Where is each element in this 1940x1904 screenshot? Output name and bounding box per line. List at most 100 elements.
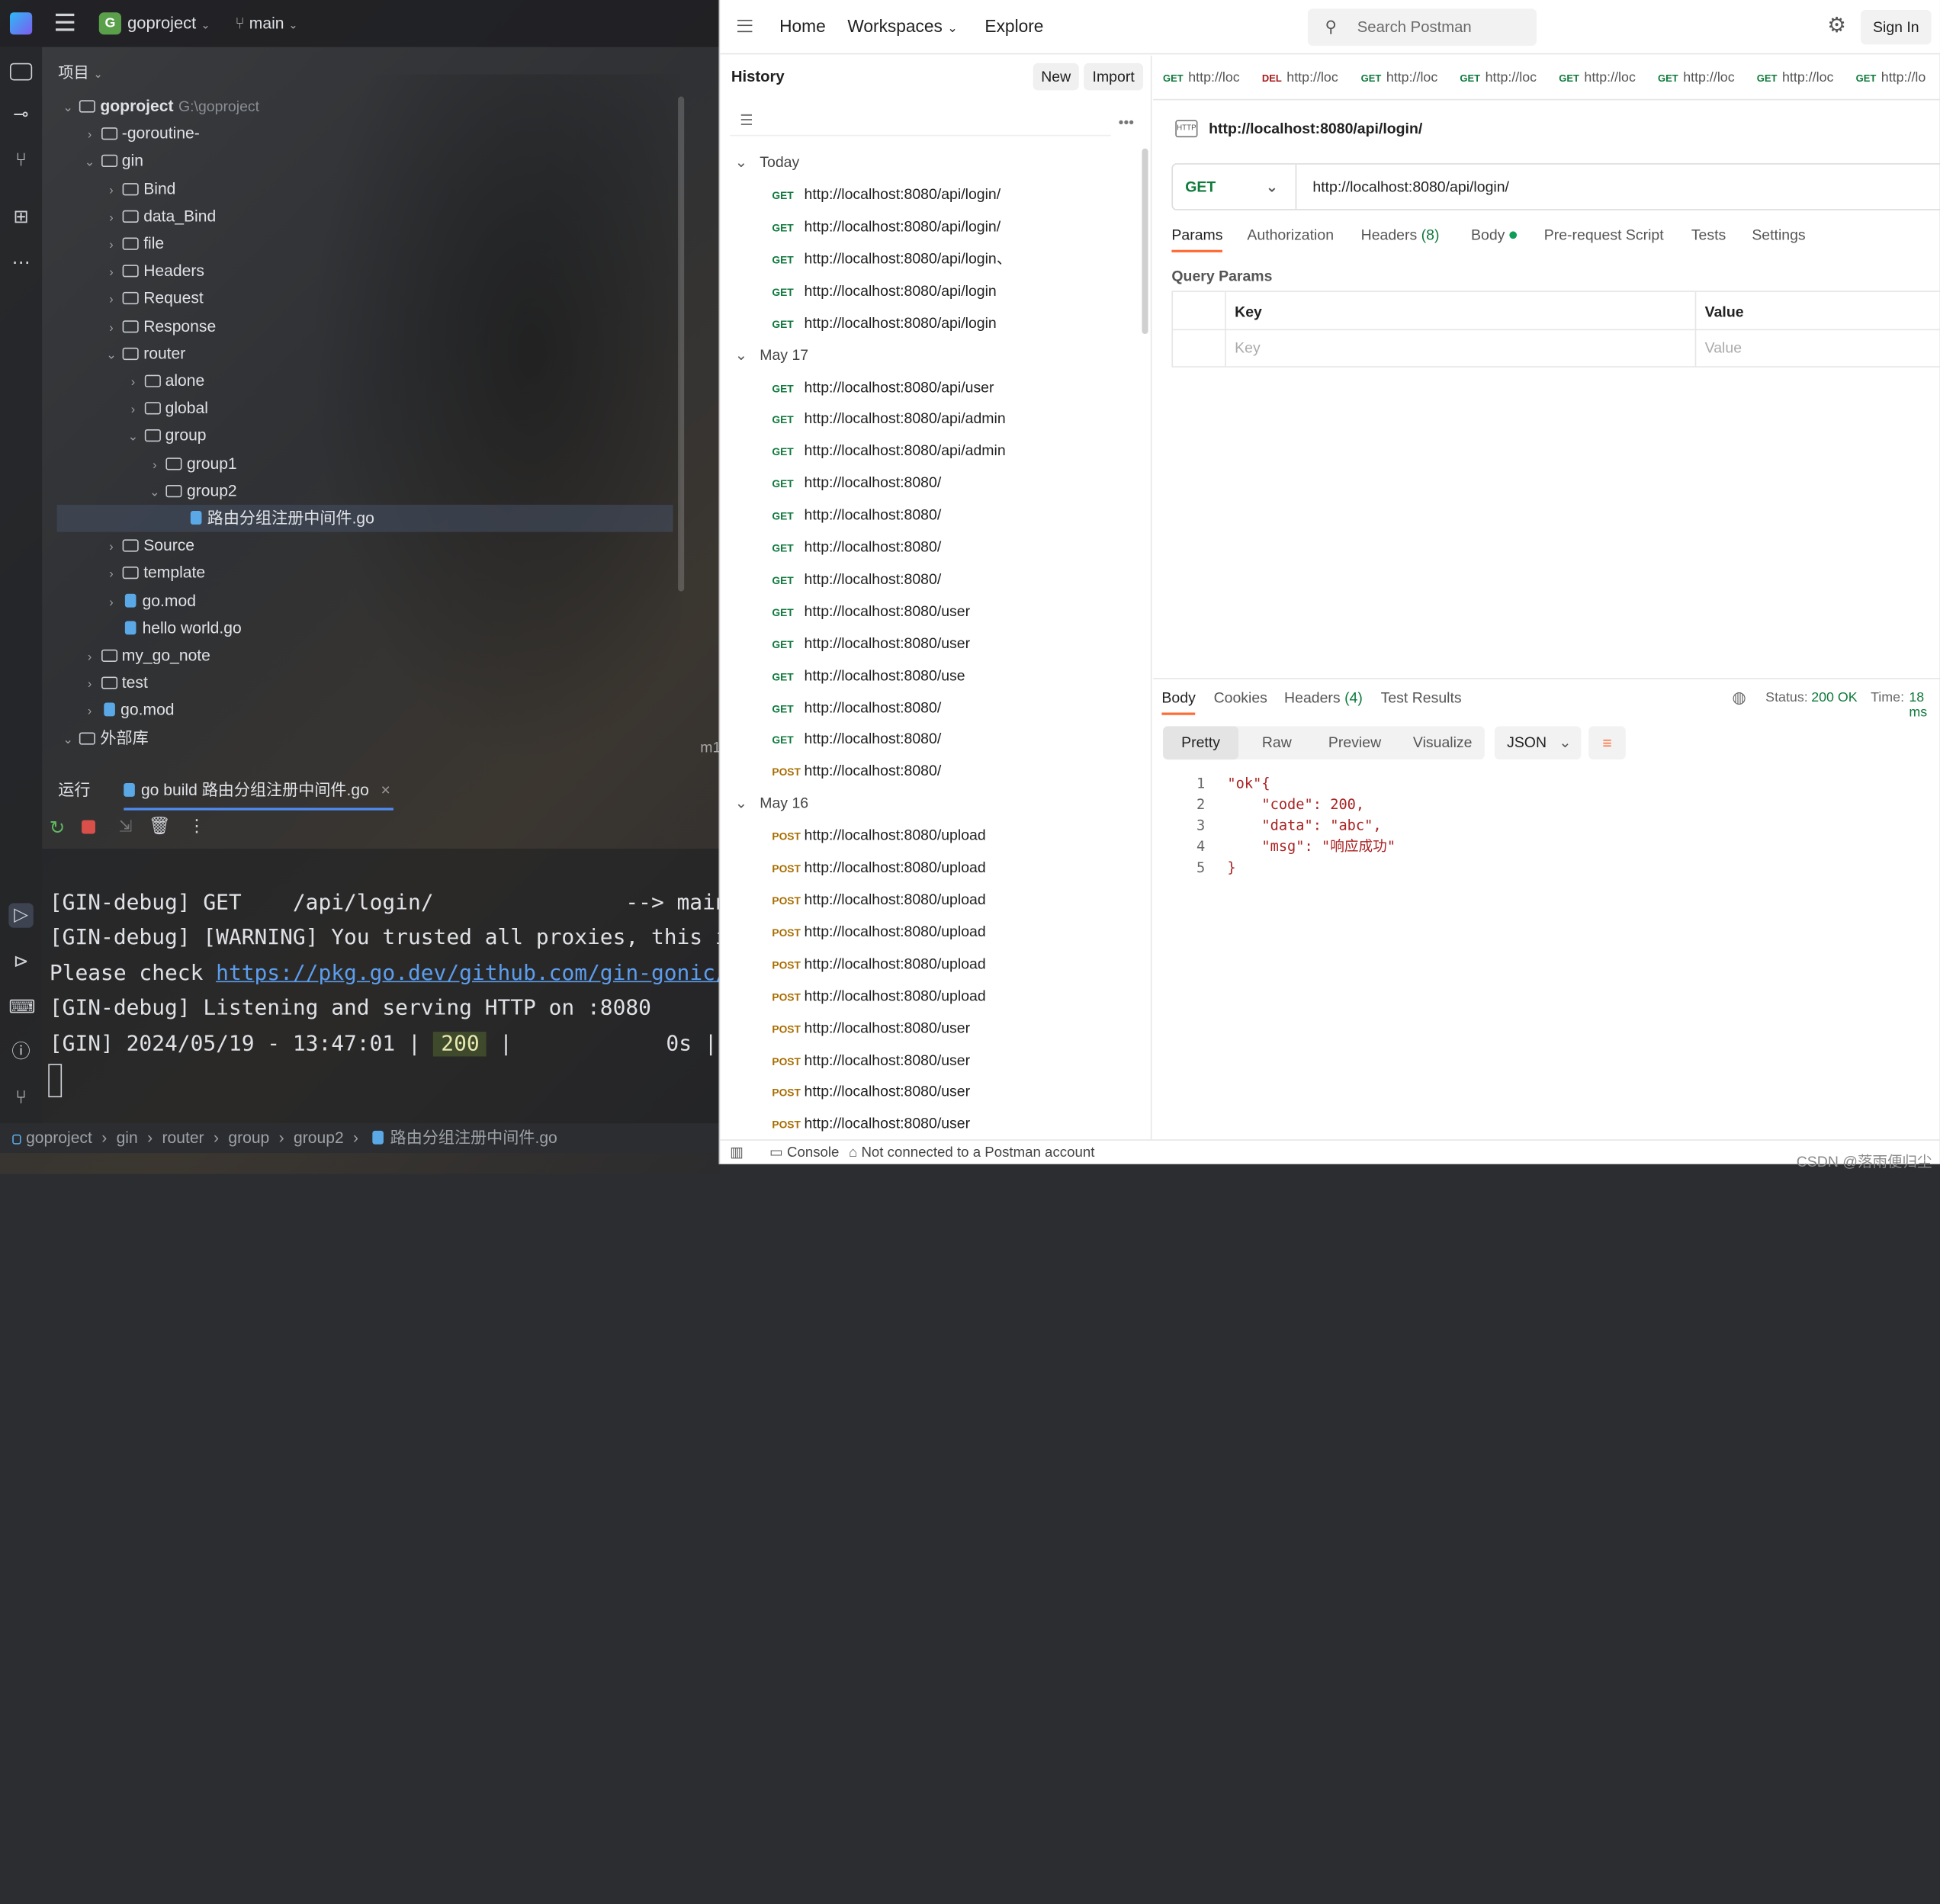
tree-item[interactable]: › file (103, 230, 164, 260)
request-tab[interactable]: GET http://loc (1549, 56, 1648, 99)
history-item[interactable]: GET http://localhost:8080/api/login、 (720, 242, 1128, 275)
history-item[interactable]: GET http://localhost:8080/api/login (720, 275, 1128, 307)
breadcrumb-item[interactable]: group (228, 1129, 269, 1147)
chevron-right-icon[interactable]: › (103, 260, 120, 287)
tree-item[interactable]: › Bind (103, 175, 175, 203)
chevron-down-icon[interactable]: ⌄ (124, 425, 142, 452)
request-subtab[interactable]: Pre-request Script (1544, 226, 1664, 244)
nav-workspaces[interactable]: Workspaces ⌄ (847, 16, 957, 36)
history-item[interactable]: GET http://localhost:8080/ (720, 723, 1128, 755)
history-group[interactable]: ⌄ May 17 (735, 339, 808, 371)
tree-item[interactable]: › go.mod (103, 587, 196, 615)
request-tab[interactable]: GET http://loc (1351, 56, 1450, 99)
chevron-right-icon[interactable]: › (103, 562, 120, 589)
request-subtab[interactable]: Params (1171, 226, 1223, 252)
tree-item[interactable]: › Headers (103, 258, 204, 285)
time-value[interactable]: 18 ms (1909, 690, 1940, 720)
request-subtab[interactable]: Tests (1691, 226, 1726, 244)
chevron-right-icon[interactable]: › (81, 699, 98, 727)
more-options-icon[interactable]: ••• (1119, 114, 1134, 131)
format-select[interactable]: JSON ⌄ (1494, 726, 1582, 760)
breadcrumb-item[interactable]: router (162, 1129, 204, 1147)
request-tab[interactable]: GET http://loc (1450, 56, 1549, 99)
response-tab-cookies[interactable]: Cookies (1214, 689, 1267, 707)
run-console[interactable]: [GIN-debug] GET /api/login/ --> main [GI… (42, 848, 720, 1124)
response-tab-headers[interactable]: Headers (4) (1284, 689, 1363, 707)
request-tab[interactable]: GET http://lo (1846, 56, 1940, 99)
tree-item[interactable]: ⌄ goproject G:\goproject (59, 93, 259, 120)
tree-item[interactable]: 路由分组注册中间件.go (56, 504, 673, 532)
request-tab[interactable]: GET http://loc (1153, 56, 1252, 99)
chevron-down-icon[interactable]: ⌄ (81, 150, 98, 178)
breadcrumb-item[interactable]: 路由分组注册中间件.go (390, 1129, 557, 1147)
view-raw[interactable]: Raw (1245, 726, 1309, 759)
request-subtab[interactable]: Authorization (1247, 226, 1334, 244)
chevron-right-icon[interactable]: › (81, 644, 98, 672)
tree-item[interactable]: ⌄ group2 (146, 477, 237, 507)
tree-item[interactable]: › my_go_note (81, 642, 210, 669)
trash-icon[interactable]: 🗑 (149, 815, 171, 836)
history-item[interactable]: POST http://localhost:8080/user (720, 1108, 1128, 1140)
history-scrollbar[interactable] (1142, 148, 1148, 335)
search-input[interactable]: ⚲ Search Postman (1307, 8, 1537, 47)
response-tab-body[interactable]: Body (1161, 689, 1196, 715)
sidebar-toggle-icon[interactable]: ▥ (730, 1141, 744, 1164)
history-item[interactable]: GET http://localhost:8080/ (720, 563, 1128, 595)
tree-item[interactable]: ⌄ router (103, 340, 185, 370)
tree-item[interactable]: › group1 (146, 450, 237, 477)
main-menu-icon[interactable] (56, 13, 75, 31)
project-folder-icon[interactable] (9, 63, 33, 81)
history-item[interactable]: POST http://localhost:8080/user (720, 1043, 1128, 1075)
history-item[interactable]: GET http://localhost:8080/user (720, 595, 1128, 627)
response-tab-test-results[interactable]: Test Results (1381, 689, 1462, 707)
history-item[interactable]: GET http://localhost:8080/ (720, 467, 1128, 499)
breadcrumb-item[interactable]: gin (117, 1129, 138, 1147)
history-item[interactable]: GET http://localhost:8080/user (720, 627, 1128, 659)
chevron-right-icon[interactable]: › (103, 233, 120, 260)
tree-item[interactable]: › template (103, 560, 205, 587)
tree-item[interactable]: › Source (103, 532, 194, 560)
branch-switcher[interactable]: ⑂ main ⌄ (235, 14, 297, 32)
history-item[interactable]: POST http://localhost:8080/upload (720, 979, 1128, 1011)
chevron-right-icon[interactable]: › (124, 370, 142, 397)
history-item[interactable]: POST http://localhost:8080/ (720, 755, 1128, 787)
filter-box[interactable]: ☰ (730, 109, 1111, 136)
globe-icon[interactable]: ◍ (1732, 688, 1746, 708)
history-item[interactable]: POST http://localhost:8080/upload (720, 883, 1128, 915)
more-tools-icon[interactable]: ⋯ (8, 251, 33, 275)
tree-item[interactable]: › go.mod (81, 697, 175, 727)
chevron-right-icon[interactable]: › (124, 397, 142, 425)
history-item[interactable]: GET http://localhost:8080/api/login (720, 307, 1128, 339)
tree-item[interactable]: › test (81, 669, 148, 697)
settings-gear-icon[interactable]: ⚙ (1827, 14, 1846, 38)
close-icon[interactable]: × (381, 781, 390, 799)
request-tab[interactable]: DEL http://loc (1252, 56, 1351, 99)
history-item[interactable]: POST http://localhost:8080/upload (720, 819, 1128, 851)
request-subtab[interactable]: Settings (1752, 226, 1805, 244)
request-tab[interactable]: GET http://loc (1747, 56, 1846, 99)
history-item[interactable]: GET http://localhost:8080/api/login/ (720, 210, 1128, 242)
console-button[interactable]: ▭ Console (769, 1141, 839, 1164)
history-item[interactable]: GET http://localhost:8080/api/user (720, 371, 1128, 403)
project-badge[interactable]: G (98, 12, 121, 35)
chevron-down-icon[interactable]: ⌄ (103, 342, 120, 370)
history-item[interactable]: GET http://localhost:8080/ (720, 691, 1128, 723)
terminal-icon[interactable]: ⌨ (8, 996, 35, 1020)
view-pretty[interactable]: Pretty (1163, 726, 1239, 760)
chevron-down-icon[interactable]: ⌄ (146, 480, 163, 507)
scroll-to-end-icon[interactable]: ⇲ (119, 817, 133, 836)
nav-home[interactable]: Home (779, 16, 826, 36)
nav-explore[interactable]: Explore (984, 16, 1043, 36)
run-icon[interactable]: ▷ (8, 903, 34, 928)
sign-in-button[interactable]: Sign In (1861, 9, 1932, 45)
tree-item[interactable]: › global (124, 395, 208, 422)
key-input[interactable]: Key (1235, 339, 1261, 357)
wrap-lines-icon[interactable]: ≡ (1588, 726, 1626, 760)
request-subtab[interactable]: Headers (8) (1361, 226, 1440, 244)
breadcrumb-item[interactable]: group2 (294, 1129, 344, 1147)
chevron-down-icon[interactable]: ⌄ (59, 95, 77, 123)
chevron-right-icon[interactable]: › (103, 589, 120, 617)
structure-icon[interactable]: ⊞ (8, 205, 33, 230)
chevron-down-icon[interactable]: ⌄ (59, 727, 77, 754)
chevron-right-icon[interactable]: › (103, 315, 120, 342)
